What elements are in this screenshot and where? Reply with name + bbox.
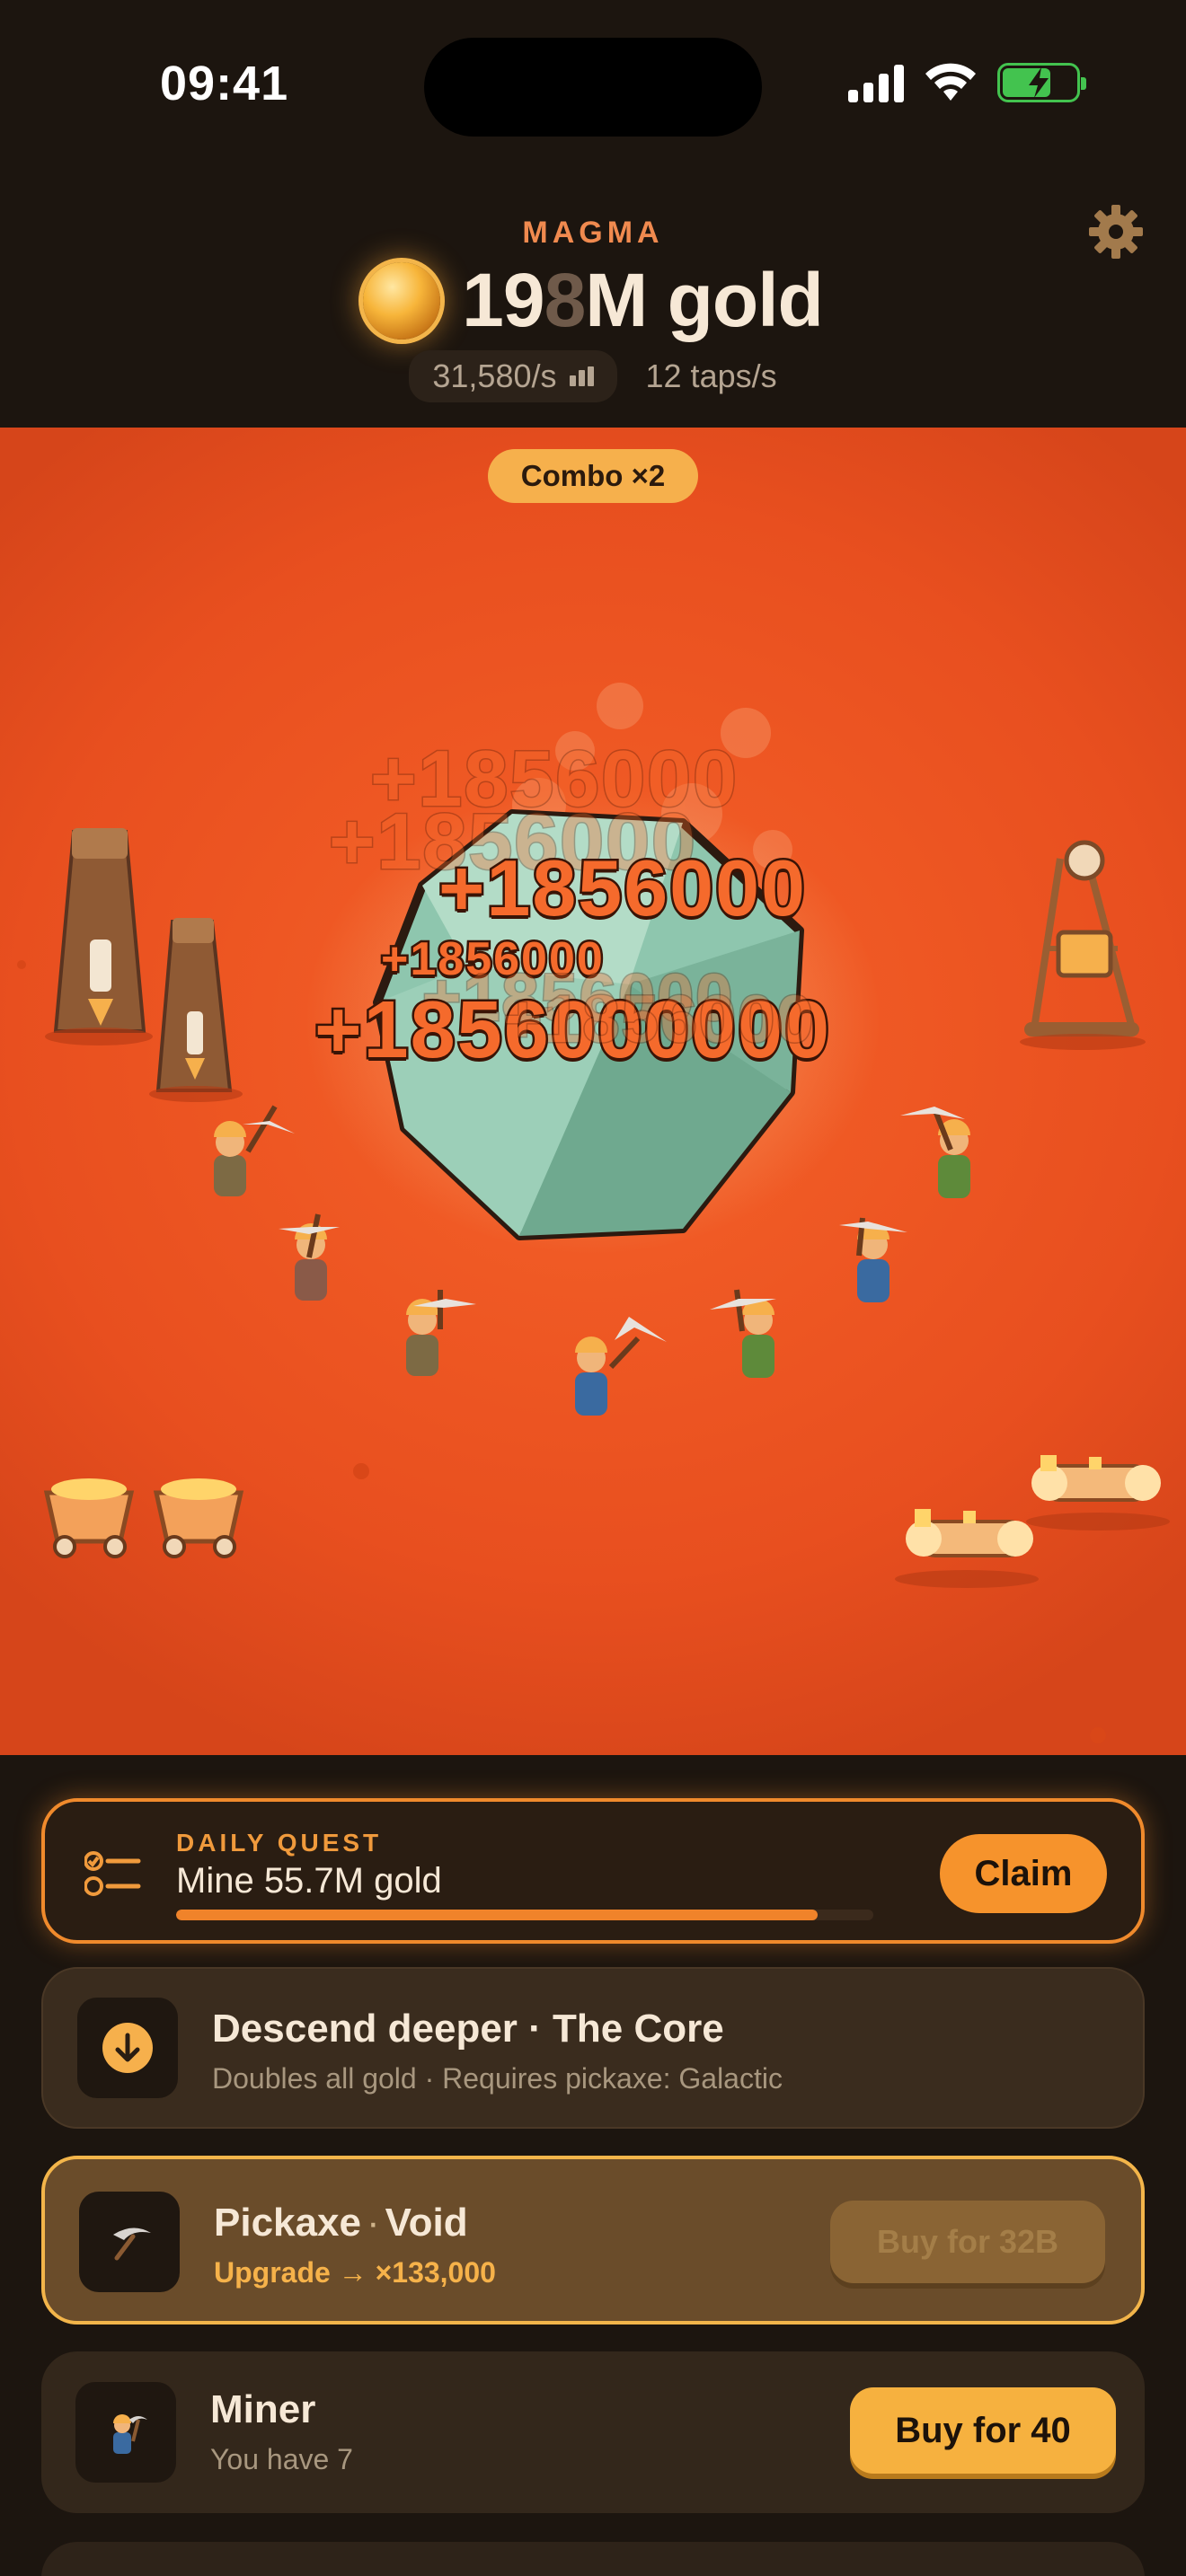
battery-charging-icon — [997, 63, 1086, 102]
quest-progress-bar — [176, 1910, 873, 1920]
layer-name: MAGMA — [522, 216, 664, 250]
miner-icon — [113, 2414, 147, 2454]
daily-quest-card: DAILY QUEST Mine 55.7M gold Claim — [41, 1798, 1145, 1944]
status-bar: 09:41 — [0, 0, 1186, 171]
cellular-signal-icon — [848, 63, 904, 102]
claim-button[interactable]: Claim — [940, 1834, 1107, 1913]
miner-icon-tile — [75, 2382, 176, 2483]
status-time: 09:41 — [160, 57, 289, 110]
gold-coin-icon — [363, 261, 441, 340]
miner-worker — [279, 1213, 340, 1301]
ore-cart — [153, 1478, 244, 1558]
pickaxe-title-label: Pickaxe — [214, 2201, 361, 2245]
pickaxe-card: Pickaxe · Void Upgrade → ×133,000 Buy for … — [41, 2156, 1145, 2325]
combo-badge: Combo ×2 — [488, 449, 698, 503]
descend-icon-tile — [77, 1998, 178, 2098]
rate-pill[interactable]: 31,580/s — [409, 350, 617, 402]
mine-scene[interactable]: Combo ×2 +1856000 +1856000 +1856000 +185… — [0, 428, 1186, 1755]
miner-worker — [839, 1217, 907, 1302]
descend-title: Descend deeper · The Core — [212, 2007, 724, 2051]
ore-cart — [43, 1478, 135, 1558]
pickaxe-title-dot: · — [366, 2201, 380, 2245]
miner-worker — [406, 1290, 476, 1376]
pickaxe-tier: Void — [385, 2201, 468, 2245]
rate-row: 31,580/s 12 taps/s — [0, 350, 1186, 402]
pickaxe-icon-tile — [79, 2192, 180, 2292]
miner-worker — [900, 1107, 970, 1198]
pickaxe-icon — [113, 2228, 151, 2261]
status-icons — [848, 63, 1086, 102]
descend-card[interactable]: Descend deeper · The Core Doubles all go… — [41, 1967, 1145, 2129]
quest-title: Mine 55.7M gold — [176, 1861, 442, 1901]
income-rate: 31,580/s — [432, 357, 557, 394]
quest-label: DAILY QUEST — [176, 1829, 383, 1857]
drill-tower — [149, 918, 243, 1102]
miner-subtitle: You have 7 — [210, 2443, 353, 2475]
next-upgrade-card[interactable] — [41, 2542, 1145, 2576]
buy-miner-button[interactable]: Buy for 40 — [850, 2387, 1116, 2474]
dynamic-island — [424, 38, 762, 137]
miner-worker — [575, 1317, 667, 1416]
floating-gain: +1856000 — [437, 842, 808, 935]
descend-subtitle: Doubles all gold · Requires pickaxe: Gal… — [212, 2062, 783, 2095]
gold-rolling-digit: 8 — [544, 258, 587, 342]
miner-worker — [214, 1105, 295, 1196]
buy-pickaxe-button[interactable]: Buy for 32B — [830, 2201, 1105, 2283]
miner-worker — [710, 1289, 776, 1378]
arrow-down-circle-icon — [102, 2023, 153, 2073]
gold-amount-prefix: 19 — [462, 258, 544, 342]
scene-artwork — [17, 683, 1170, 1743]
taps-rate: 12 taps/s — [645, 357, 777, 394]
gold-amount: 198M gold — [462, 257, 824, 344]
gold-total: 198M gold — [0, 257, 1186, 344]
upgrade-panel: DAILY QUEST Mine 55.7M gold Claim Descen… — [0, 1755, 1186, 2576]
header: MAGMA 198M gold 31,580/s 12 taps/s — [0, 171, 1186, 428]
floating-gain: +1856000 — [501, 981, 816, 1058]
pickaxe-title: Pickaxe · Void — [214, 2201, 468, 2245]
settings-button[interactable] — [1082, 198, 1150, 266]
drill-tower — [45, 828, 153, 1045]
miner-title: Miner — [210, 2387, 316, 2431]
quest-list-icon — [84, 1851, 141, 1896]
conveyor-belt — [1026, 1455, 1170, 1531]
bars-icon — [569, 366, 594, 386]
pickaxe-upgrade-text: Upgrade → ×133,000 — [214, 2256, 496, 2289]
gold-amount-suffix: M gold — [585, 258, 824, 342]
derrick-tower — [1020, 840, 1146, 1050]
quest-progress-fill — [176, 1910, 818, 1920]
wifi-icon — [925, 63, 976, 101]
miner-card: Miner You have 7 Buy for 40 — [41, 2351, 1145, 2513]
conveyor-belt — [895, 1509, 1039, 1588]
settings-gear-icon — [1089, 205, 1143, 259]
